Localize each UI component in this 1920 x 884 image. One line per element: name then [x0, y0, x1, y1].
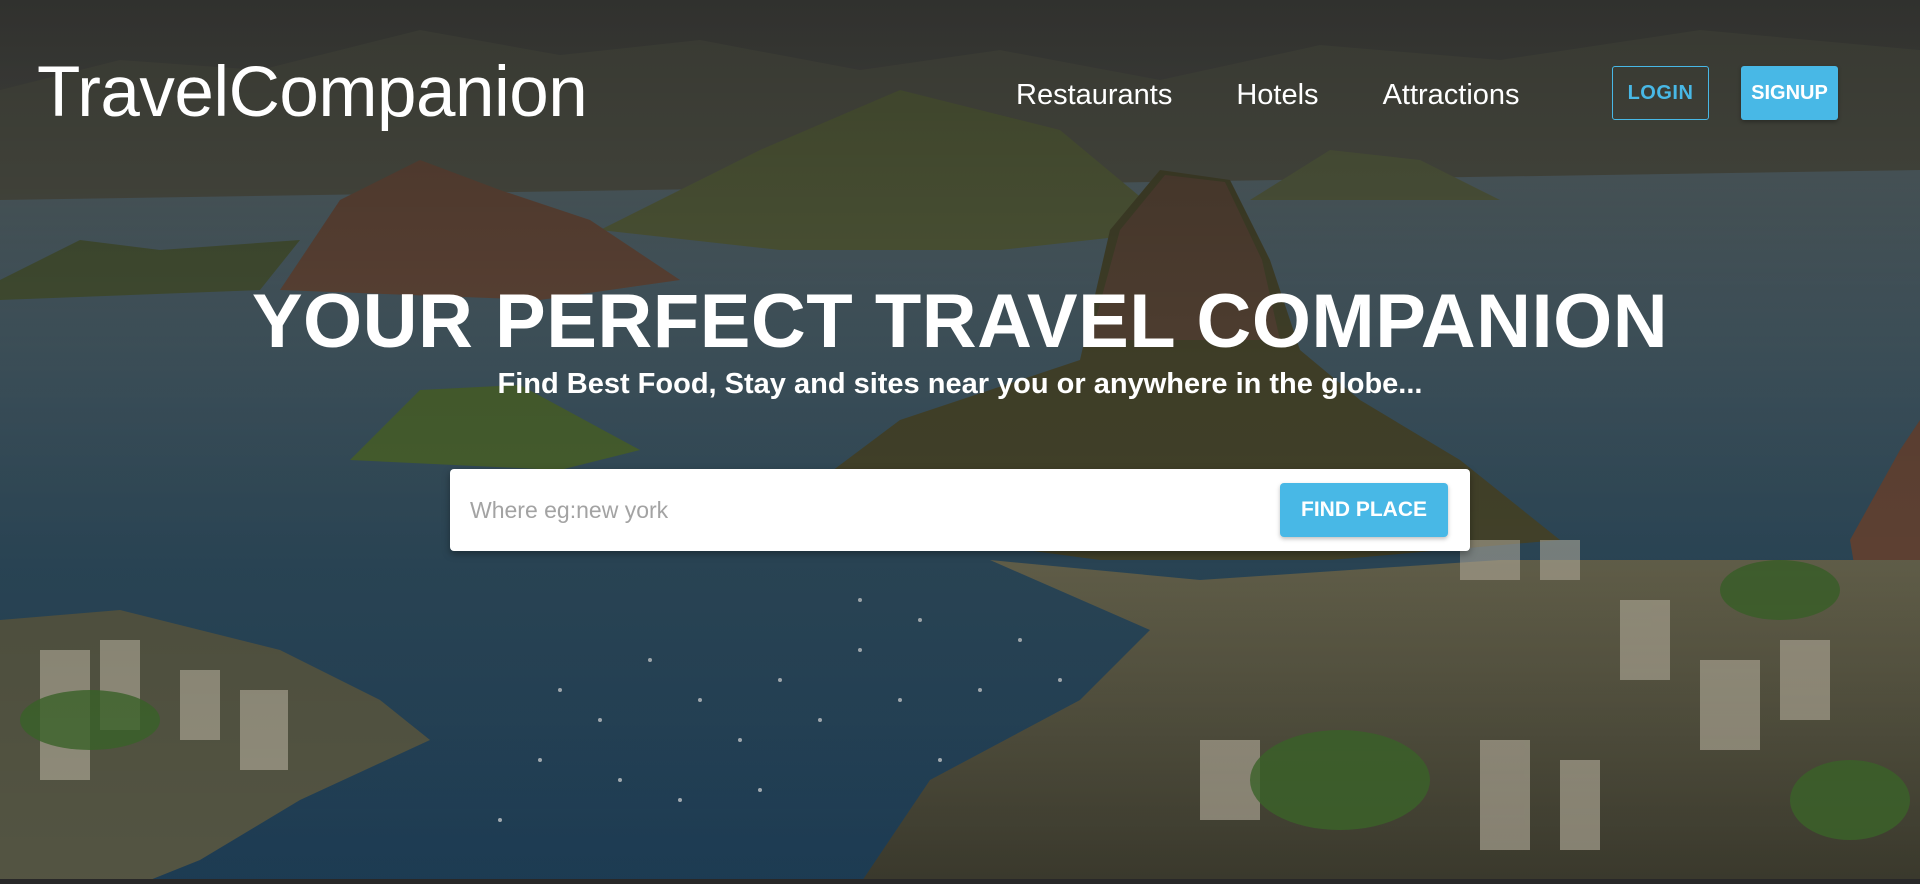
location-search-input[interactable] — [470, 487, 1250, 533]
hero-subheadline: Find Best Food, Stay and sites near you … — [497, 368, 1423, 400]
hero-section: TravelCompanion Restaurants Hotels Attra… — [0, 0, 1920, 884]
hero-headline: YOUR PERFECT TRAVEL COMPANION — [251, 279, 1669, 364]
nav-attractions-link[interactable]: Attractions — [1383, 72, 1520, 118]
main-nav: Restaurants Hotels Attractions — [1016, 72, 1520, 118]
signup-button[interactable]: SIGNUP — [1741, 66, 1838, 120]
search-bar: FIND PLACE — [450, 469, 1470, 551]
nav-hotels-link[interactable]: Hotels — [1236, 72, 1318, 118]
login-button[interactable]: LOGIN — [1612, 66, 1709, 120]
brand-logo[interactable]: TravelCompanion — [37, 52, 588, 134]
nav-restaurants-link[interactable]: Restaurants — [1016, 72, 1172, 118]
find-place-button[interactable]: FIND PLACE — [1280, 483, 1448, 537]
